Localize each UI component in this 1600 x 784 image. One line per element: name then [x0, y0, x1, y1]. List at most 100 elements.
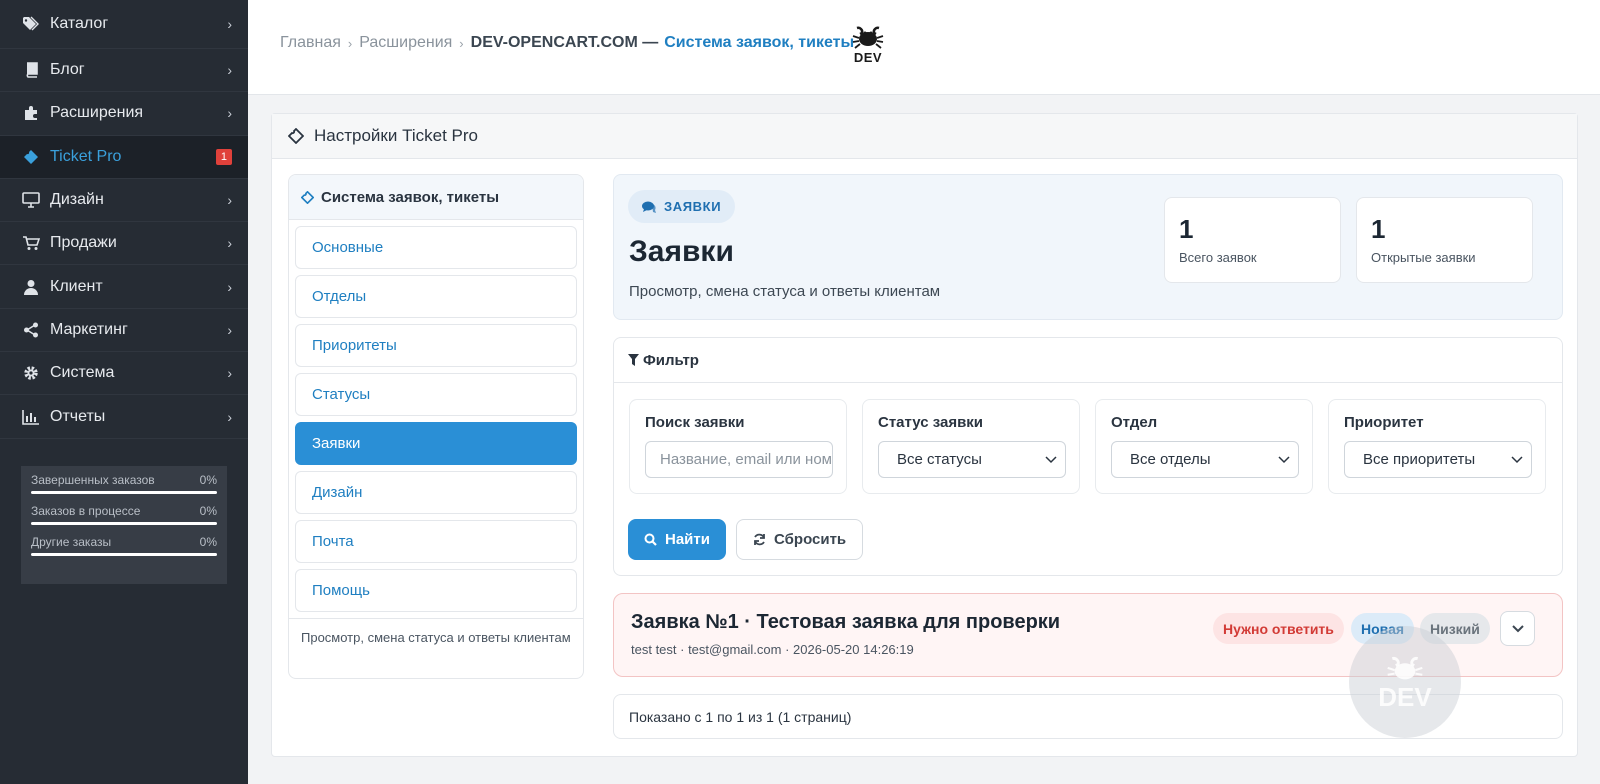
- crab-icon: [1387, 656, 1423, 680]
- sidebar-item-reports[interactable]: Отчеты ›: [0, 395, 248, 439]
- menu-item-statuses[interactable]: Статусы: [295, 373, 577, 416]
- share-icon: [20, 321, 42, 339]
- ticket-title[interactable]: Заявка №1 · Тестовая заявка для проверки: [631, 611, 1060, 634]
- priority-group: Приоритет Все приоритеты: [1328, 399, 1546, 494]
- kpi-value: 1: [1371, 214, 1386, 244]
- breadcrumb-current-prefix: DEV-OPENCART.COM —: [470, 34, 659, 51]
- stat-label: Другие заказы: [31, 535, 112, 549]
- gear-icon: [20, 364, 42, 382]
- find-button[interactable]: Найти: [628, 519, 726, 560]
- find-button-label: Найти: [665, 531, 710, 548]
- sidebar-item-extensions[interactable]: Расширения ›: [0, 92, 248, 136]
- filter-title: Фильтр: [643, 351, 699, 369]
- menu-item-mail[interactable]: Почта: [295, 520, 577, 563]
- chevron-right-icon: ›: [227, 62, 232, 79]
- desktop-icon: [20, 191, 42, 209]
- card-title: Настройки Ticket Pro: [314, 126, 478, 145]
- needs-reply-badge: Нужно ответить: [1213, 613, 1344, 644]
- chevron-right-icon: ›: [227, 278, 232, 295]
- stat-other: Другие заказы 0%: [31, 534, 217, 556]
- breadcrumb: Главная › Расширения › DEV-OPENCART.COM …: [280, 34, 854, 52]
- reset-button[interactable]: Сбросить: [736, 519, 864, 560]
- chevron-right-icon: ›: [227, 105, 232, 122]
- tickets-hero: ЗАЯВКИ Заявки Просмотр, смена статуса и …: [613, 174, 1563, 320]
- breadcrumb-extensions[interactable]: Расширения: [359, 34, 452, 52]
- sidebar-item-catalog[interactable]: Каталог ›: [0, 0, 248, 49]
- department-label: Отдел: [1111, 414, 1158, 431]
- settings-menu: Система заявок, тикеты Основные Отделы П…: [288, 174, 584, 679]
- stat-completed: Завершенных заказов 0%: [31, 472, 217, 494]
- comments-icon: [642, 201, 656, 213]
- logo-text: DEV: [853, 50, 883, 65]
- stat-value: 0%: [199, 504, 217, 518]
- notification-badge: 1: [215, 148, 232, 165]
- search-label: Поиск заявки: [645, 414, 745, 431]
- ticket-icon: [20, 148, 42, 166]
- user-icon: [20, 278, 42, 296]
- kpi-value: 1: [1179, 214, 1194, 244]
- search-icon: [644, 533, 657, 546]
- sidebar-item-label: Дизайн: [50, 191, 104, 209]
- sidebar-item-design[interactable]: Дизайн ›: [0, 179, 248, 223]
- breadcrumb-home[interactable]: Главная: [280, 34, 341, 52]
- menu-item-tickets[interactable]: Заявки: [295, 422, 577, 465]
- sidebar-item-marketing[interactable]: Маркетинг ›: [0, 309, 248, 353]
- sidebar-item-system[interactable]: Система ›: [0, 352, 248, 396]
- chevron-right-icon: ›: [227, 192, 232, 209]
- chevron-right-icon: ›: [227, 235, 232, 252]
- sidebar-item-label: Ticket Pro: [50, 147, 122, 165]
- breadcrumb-current[interactable]: Система заявок, тикеты: [664, 34, 854, 52]
- progress-bar: [31, 553, 217, 556]
- stat-processing: Заказов в процессе 0%: [31, 503, 217, 525]
- bar-chart-icon: [20, 408, 42, 426]
- reset-button-label: Сбросить: [774, 531, 847, 548]
- menu-title: Система заявок, тикеты: [289, 175, 583, 220]
- progress-bar: [31, 522, 217, 525]
- sidebar-item-label: Расширения: [50, 104, 144, 122]
- status-select[interactable]: Все статусы: [878, 441, 1066, 478]
- crab-logo: DEV: [848, 24, 888, 66]
- chevron-right-icon: ›: [227, 16, 232, 32]
- search-input[interactable]: Название, email или номер: [645, 441, 833, 478]
- sidebar-item-label: Блог: [50, 61, 85, 79]
- sidebar-item-label: Клиент: [50, 277, 103, 295]
- filter-icon: [628, 354, 639, 366]
- refresh-icon: [753, 533, 766, 546]
- cart-icon: [20, 234, 42, 252]
- menu-item-design[interactable]: Дизайн: [295, 471, 577, 514]
- stat-label: Завершенных заказов: [31, 473, 155, 487]
- sidebar-item-customer[interactable]: Клиент ›: [0, 265, 248, 309]
- order-stats: Завершенных заказов 0% Заказов в процессе…: [21, 466, 227, 584]
- priority-select-value: Все приоритеты: [1363, 451, 1476, 468]
- priority-select[interactable]: Все приоритеты: [1344, 441, 1532, 478]
- chevron-down-icon: [1278, 455, 1290, 463]
- stat-label: Заказов в процессе: [31, 504, 141, 518]
- priority-label: Приоритет: [1344, 414, 1424, 431]
- chevron-right-icon: ›: [227, 365, 232, 382]
- page-header: Главная › Расширения › DEV-OPENCART.COM …: [248, 0, 1600, 95]
- section-pill-label: ЗАЯВКИ: [664, 199, 722, 214]
- menu-item-priorities[interactable]: Приоритеты: [295, 324, 577, 367]
- sidebar-item-label: Продажи: [50, 234, 117, 252]
- kpi-total-tickets: 1 Всего заявок: [1164, 197, 1341, 283]
- menu-item-general[interactable]: Основные: [295, 226, 577, 269]
- menu-item-help[interactable]: Помощь: [295, 569, 577, 612]
- filter-header: Фильтр: [614, 338, 1562, 383]
- chevron-down-icon: [1045, 455, 1057, 463]
- department-select[interactable]: Все отделы: [1111, 441, 1299, 478]
- ticket-icon: [301, 190, 314, 204]
- sidebar-item-label: Отчеты: [50, 407, 106, 425]
- kpi-label: Всего заявок: [1179, 250, 1257, 265]
- breadcrumb-separator: ›: [459, 35, 464, 51]
- ticket-meta: test test · test@gmail.com · 2026-05-20 …: [631, 642, 914, 657]
- status-label: Статус заявки: [878, 414, 984, 431]
- menu-item-departments[interactable]: Отделы: [295, 275, 577, 318]
- filter-panel: Фильтр Поиск заявки Название, email или …: [613, 337, 1563, 576]
- sidebar-item-sales[interactable]: Продажи ›: [0, 222, 248, 266]
- watermark-text: DEV: [1378, 682, 1432, 712]
- sidebar-item-blog[interactable]: Блог ›: [0, 49, 248, 93]
- sidebar-item-ticket-pro[interactable]: Ticket Pro 1: [0, 135, 248, 179]
- kpi-label: Открытые заявки: [1371, 250, 1476, 265]
- sidebar-item-label: Маркетинг: [50, 320, 128, 338]
- expand-ticket-button[interactable]: [1500, 611, 1535, 646]
